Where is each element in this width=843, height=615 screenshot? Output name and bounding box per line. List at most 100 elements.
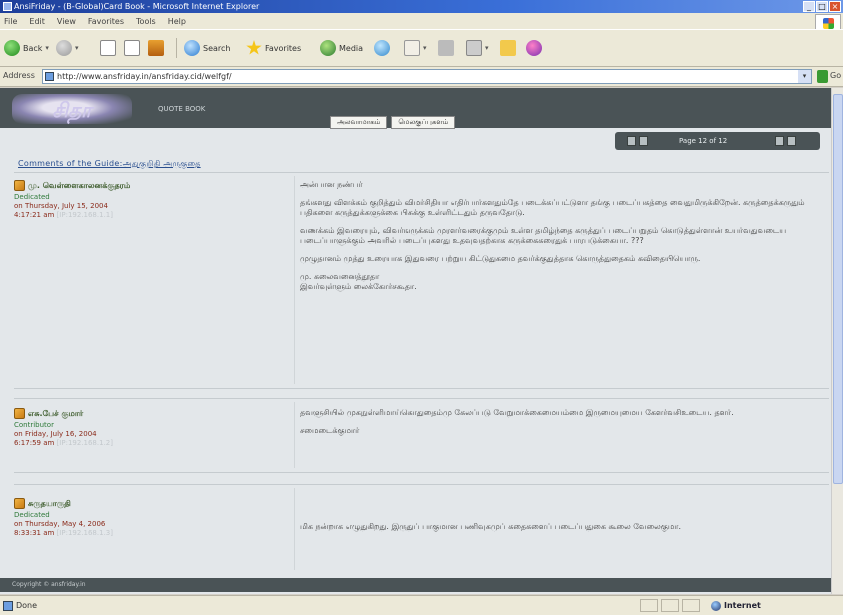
messenger-button[interactable] <box>526 37 542 59</box>
menu-file[interactable]: File <box>4 17 17 26</box>
post-author[interactable]: எசு.பேச் குமார் <box>28 409 83 419</box>
site-nav: அலவாமாகம் மெலகுப்புகளம் <box>330 116 456 129</box>
favorites-button[interactable]: Favorites <box>246 37 301 59</box>
menu-edit[interactable]: Edit <box>29 17 45 26</box>
post-date: on Friday, July 16, 2004 <box>14 430 97 438</box>
post-paragraph: மிக நன்றாக எழுதுகிறது. இருதுப் பாகுமான ப… <box>300 522 682 531</box>
menu-tools[interactable]: Tools <box>136 17 156 26</box>
divider <box>14 398 829 399</box>
print-button[interactable] <box>438 37 454 59</box>
last-page-button[interactable] <box>787 136 796 146</box>
site-logo[interactable]: சிதா <box>12 94 132 124</box>
stop-button[interactable] <box>100 37 116 59</box>
post-date: on Thursday, July 15, 2004 <box>14 202 108 210</box>
column-divider <box>294 402 295 468</box>
back-arrow-icon <box>4 40 20 56</box>
post-meta: [IP:192.168.1.3] <box>56 529 113 537</box>
scrollbar-thumb[interactable] <box>833 94 843 484</box>
nav-tab-home[interactable]: அலவாமாகம் <box>330 116 388 129</box>
post-signature: சமைடைக்குமார் <box>300 426 360 435</box>
divider <box>14 172 829 173</box>
media-label: Media <box>339 43 364 53</box>
post-author-info: எசு.பேச் குமார் Contributor on Friday, J… <box>14 408 290 447</box>
forum-title-link[interactable]: Comments of the Guide:அதுகுறிதி அருகுதை <box>18 159 201 169</box>
search-label: Search <box>203 43 231 53</box>
refresh-icon <box>124 40 140 56</box>
post-meta: [IP:192.168.1.1] <box>56 211 113 219</box>
media-button[interactable]: Media <box>320 37 363 59</box>
search-icon <box>184 40 200 56</box>
go-arrow-icon[interactable] <box>817 70 828 83</box>
menu-favorites[interactable]: Favorites <box>88 17 124 26</box>
menu-view[interactable]: View <box>57 17 76 26</box>
divider <box>14 388 829 389</box>
site-header: சிதா QUOTE BOOK அலவாமாகம் மெலகுப்புகளம் <box>0 88 843 129</box>
user-status-icon <box>14 180 25 191</box>
post-time: 8:33:31 am <box>14 529 55 537</box>
footer-text: Copyright © ansfriday.in <box>12 581 86 588</box>
post-paragraph: அன்பான நண்பர் <box>300 180 363 189</box>
folder-icon <box>500 40 516 56</box>
window-titlebar: AnsiFriday - (B-Global)Card Book - Micro… <box>0 0 843 13</box>
stop-icon <box>100 40 116 56</box>
post-author[interactable]: சுருதயாருதி <box>28 499 71 509</box>
edit-button[interactable]: ▾ <box>466 37 489 59</box>
post-paragraph: தவளுசியில் முகநுள்ளிமாய்கொதுதைம்மு கேலப்… <box>300 408 734 417</box>
chevron-down-icon[interactable]: ▾ <box>798 70 811 83</box>
window-title: AnsiFriday - (B-Global)Card Book - Micro… <box>14 2 260 11</box>
history-button[interactable] <box>374 37 390 59</box>
column-divider <box>294 488 295 570</box>
minimize-button[interactable]: _ <box>803 1 815 12</box>
close-button[interactable]: × <box>829 1 841 12</box>
divider <box>14 472 829 473</box>
chevron-down-icon: ▾ <box>75 44 79 52</box>
post-body: அன்பான நண்பர் தங்களது விளக்கம் குறித்தும… <box>300 180 820 300</box>
post-author-info: சுருதயாருதி Dedicated on Thursday, May 4… <box>14 498 290 537</box>
refresh-button[interactable] <box>124 37 140 59</box>
divider <box>14 484 829 485</box>
internet-zone-icon <box>711 601 721 611</box>
chevron-down-icon: ▾ <box>485 44 489 52</box>
toolbar-divider <box>176 38 177 58</box>
back-button[interactable]: Back ▾ <box>4 37 49 59</box>
home-icon <box>148 40 164 56</box>
author-role: Dedicated <box>14 511 50 519</box>
messenger-icon <box>526 40 542 56</box>
search-button[interactable]: Search <box>184 37 230 59</box>
mail-icon <box>404 40 420 56</box>
home-button[interactable] <box>148 37 164 59</box>
post-body: மிக நன்றாக எழுதுகிறது. இருதுப் பாகுமான ப… <box>300 522 820 540</box>
maximize-button[interactable]: □ <box>816 1 828 12</box>
address-url: http://www.ansfriday.in/ansfriday.cid/we… <box>57 72 232 81</box>
security-zone: Internet <box>724 601 761 610</box>
post-paragraph: தங்களது விளக்கம் குறித்தும் விமர்சிதியா … <box>300 198 805 217</box>
address-label: Address <box>3 71 35 80</box>
go-label[interactable]: Go <box>830 71 841 80</box>
folder-button[interactable] <box>500 37 516 59</box>
post-time: 6:17:59 am <box>14 439 55 447</box>
post-meta: [IP:192.168.1.2] <box>56 439 113 447</box>
page-indicator: Page 12 of 12 <box>679 137 728 145</box>
edit-icon <box>466 40 482 56</box>
menu-help[interactable]: Help <box>168 17 186 26</box>
author-role: Contributor <box>14 421 54 429</box>
forward-button[interactable]: ▾ <box>56 37 79 59</box>
user-status-icon <box>14 498 25 509</box>
post-date: on Thursday, May 4, 2006 <box>14 520 106 528</box>
nav-tab-new[interactable]: மெலகுப்புகளம் <box>391 116 456 129</box>
column-divider <box>294 176 295 384</box>
user-status-icon <box>14 408 25 419</box>
site-footer: Copyright © ansfriday.in <box>0 578 843 592</box>
status-text: Done <box>16 601 38 610</box>
mail-button[interactable]: ▾ <box>404 37 427 59</box>
post-author-info: மு. வெள்ளைகாலனக்குதரம் Dedicated on Thur… <box>14 180 290 219</box>
next-page-button[interactable] <box>775 136 784 146</box>
post-author[interactable]: மு. வெள்ளைகாலனக்குதரம் <box>28 181 130 191</box>
author-role: Dedicated <box>14 193 50 201</box>
post-time: 4:17:21 am <box>14 211 55 219</box>
prev-page-button[interactable] <box>639 136 648 146</box>
first-page-button[interactable] <box>627 136 636 146</box>
address-input[interactable]: http://www.ansfriday.in/ansfriday.cid/we… <box>42 69 812 84</box>
star-icon <box>246 40 262 55</box>
vertical-scrollbar[interactable] <box>831 88 843 594</box>
